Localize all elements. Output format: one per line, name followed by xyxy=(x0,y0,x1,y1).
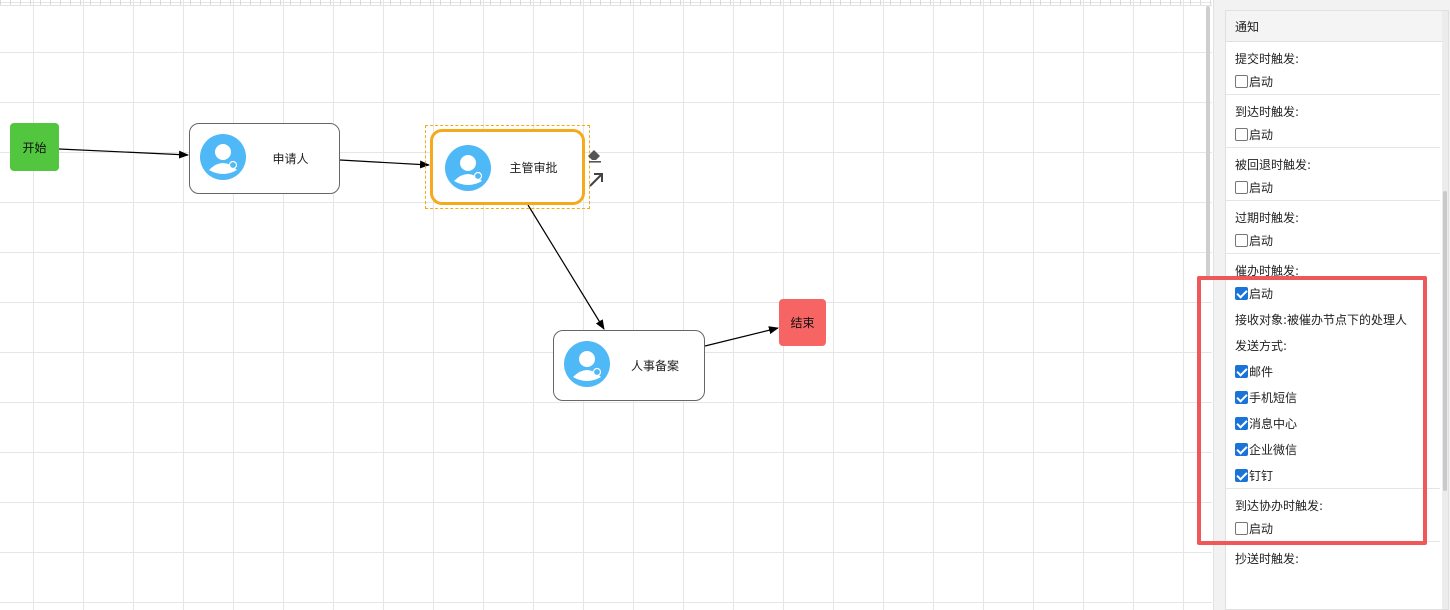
receiver-text: 接收对象:被催办节点下的处理人 xyxy=(1235,312,1408,327)
enable-label: 启动 xyxy=(1249,233,1274,248)
start-node-label: 开始 xyxy=(22,140,47,155)
canvas-scrollbar[interactable] xyxy=(1206,6,1210,278)
enable-checkbox[interactable] xyxy=(1235,180,1248,194)
enable-checkbox[interactable] xyxy=(1235,233,1248,247)
method-label: 邮件 xyxy=(1249,364,1274,379)
edge-hr-end xyxy=(704,326,779,347)
method-option-wecom[interactable]: 企业微信 xyxy=(1235,436,1431,462)
method-option-sms[interactable]: 手机短信 xyxy=(1235,384,1431,410)
edge-supervisor-hr xyxy=(527,204,605,330)
method-label: 企业微信 xyxy=(1249,442,1298,457)
enable-checkbox[interactable] xyxy=(1235,74,1248,88)
method-checkbox[interactable] xyxy=(1235,442,1248,456)
section-title: 过期时触发: xyxy=(1235,211,1300,225)
method-option-email[interactable]: 邮件 xyxy=(1235,358,1431,384)
section-title: 到达时触发: xyxy=(1235,105,1300,119)
section-title: 提交时触发: xyxy=(1235,52,1300,66)
method-checkbox[interactable] xyxy=(1235,364,1248,378)
enable-option[interactable]: 启动 xyxy=(1235,68,1431,94)
trigger-section-expire: 过期时触发: 启动 xyxy=(1226,201,1440,254)
task-node-hr[interactable]: 人事备案 xyxy=(553,330,705,401)
section-title: 被回退时触发: xyxy=(1235,158,1312,172)
method-checkbox[interactable] xyxy=(1235,416,1248,430)
end-node[interactable]: 结束 xyxy=(779,299,826,346)
enable-label: 启动 xyxy=(1249,521,1274,536)
method-label: 手机短信 xyxy=(1249,390,1298,405)
panel-title: 通知 xyxy=(1226,11,1448,42)
trigger-section-urge: 催办时触发: 启动 接收对象:被催办节点下的处理人 发送方式: 邮件 手机短信 … xyxy=(1226,254,1440,489)
task-node-supervisor-selected[interactable]: 主管审批 xyxy=(430,129,585,205)
section-title: 抄送时触发: xyxy=(1235,552,1300,566)
method-label: 消息中心 xyxy=(1249,416,1298,431)
user-avatar-icon xyxy=(200,134,246,180)
enable-option[interactable]: 启动 xyxy=(1235,280,1431,306)
send-method-label: 发送方式: xyxy=(1235,338,1288,353)
task-node-label: 主管审批 xyxy=(509,160,558,175)
user-avatar-icon xyxy=(564,341,610,387)
connect-arrow-icon[interactable] xyxy=(586,170,606,190)
enable-option[interactable]: 启动 xyxy=(1235,227,1431,253)
properties-panel: 通知 提交时触发: 启动 到达时触发: 启动 被回退时触发: 启动 过期时触发:… xyxy=(1213,0,1450,610)
eraser-icon[interactable] xyxy=(585,145,605,165)
trigger-section-submit: 提交时触发: 启动 xyxy=(1226,42,1440,95)
task-node-label: 人事备案 xyxy=(630,359,679,373)
enable-option[interactable]: 启动 xyxy=(1235,515,1431,541)
flow-canvas[interactable]: 开始 申请人 主管审批 人事备案 结束 xyxy=(0,0,1212,610)
start-node[interactable]: 开始 xyxy=(10,123,59,171)
notification-panel: 通知 提交时触发: 启动 到达时触发: 启动 被回退时触发: 启动 过期时触发:… xyxy=(1225,10,1449,610)
method-label: 钉钉 xyxy=(1249,468,1274,483)
method-checkbox[interactable] xyxy=(1235,390,1248,404)
enable-checkbox[interactable] xyxy=(1235,127,1248,141)
enable-label: 启动 xyxy=(1249,286,1274,301)
edge-start-applicant xyxy=(58,148,189,159)
task-node-applicant[interactable]: 申请人 xyxy=(189,123,340,194)
enable-label: 启动 xyxy=(1249,180,1274,195)
section-title: 到达协办时触发: xyxy=(1235,499,1324,513)
trigger-section-assist-arrive: 到达协办时触发: 启动 xyxy=(1226,489,1440,542)
trigger-section-arrive: 到达时触发: 启动 xyxy=(1226,95,1440,148)
method-checkbox[interactable] xyxy=(1235,468,1248,482)
enable-label: 启动 xyxy=(1249,74,1274,89)
flow-edges xyxy=(58,148,779,347)
edge-applicant-supervisor xyxy=(339,159,430,169)
method-option-message-center[interactable]: 消息中心 xyxy=(1235,410,1431,436)
panel-scrollbar[interactable] xyxy=(1442,11,1448,609)
end-node-label: 结束 xyxy=(790,316,815,330)
enable-checkbox[interactable] xyxy=(1235,521,1248,535)
trigger-section-cc: 抄送时触发: xyxy=(1226,542,1440,568)
task-node-label: 申请人 xyxy=(272,152,309,166)
section-title: 催办时触发: xyxy=(1235,264,1300,278)
enable-checkbox[interactable] xyxy=(1235,286,1248,300)
enable-option[interactable]: 启动 xyxy=(1235,121,1431,147)
panel-scrollbar-thumb[interactable] xyxy=(1443,191,1447,491)
enable-label: 启动 xyxy=(1249,127,1274,142)
enable-option[interactable]: 启动 xyxy=(1235,174,1431,200)
trigger-section-return: 被回退时触发: 启动 xyxy=(1226,148,1440,201)
method-option-dingtalk[interactable]: 钉钉 xyxy=(1235,462,1431,488)
user-avatar-icon xyxy=(445,145,491,191)
